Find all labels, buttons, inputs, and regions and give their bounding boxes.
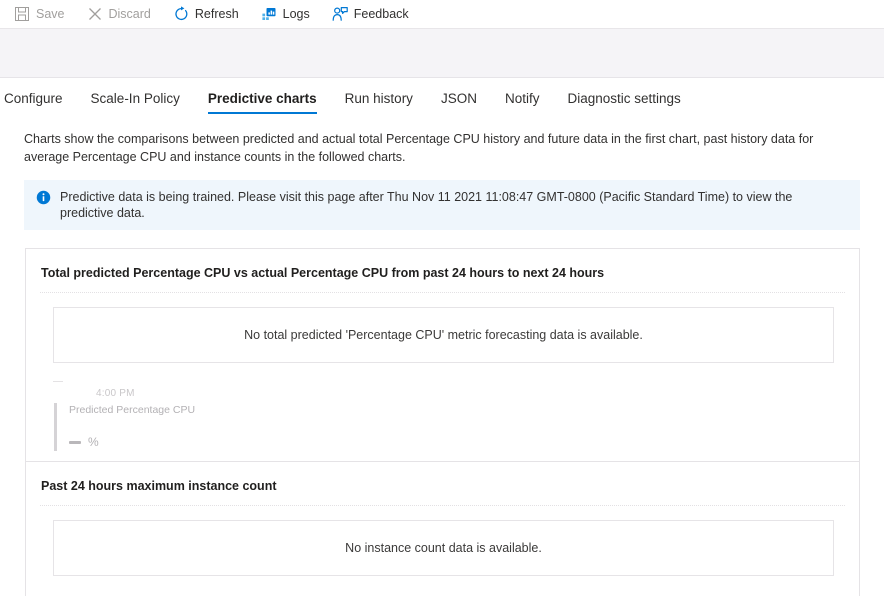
chart-card-title: Total predicted Percentage CPU vs actual…	[41, 266, 605, 280]
no-data-message: No instance count data is available.	[345, 541, 542, 555]
tab-predictive-charts[interactable]: Predictive charts	[194, 90, 331, 116]
chart-legend: Predicted Percentage CPU %	[54, 403, 195, 451]
chart-card-instance-count: Past 24 hours maximum instance count No …	[26, 461, 859, 596]
no-data-overlay: No instance count data is available.	[53, 520, 834, 576]
tab-scale-in-policy[interactable]: Scale-In Policy	[77, 90, 194, 116]
chart-legend-unit: %	[88, 435, 99, 449]
chart-legend-entry: %	[69, 435, 195, 449]
chart-body: 4:00 PM Predicted Percentage CPU % No to…	[26, 293, 859, 461]
tab-json-label: JSON	[440, 91, 477, 106]
pivot-tab-bar: Configure Scale-In Policy Predictive cha…	[0, 78, 884, 116]
info-banner: Predictive data is being trained. Please…	[24, 180, 860, 230]
toolbar-divider-band	[0, 28, 884, 78]
chart-card-predicted-cpu: Total predicted Percentage CPU vs actual…	[26, 249, 859, 461]
refresh-button[interactable]: Refresh	[173, 0, 249, 28]
page-description: Charts show the comparisons between pred…	[24, 132, 814, 164]
discard-button[interactable]: Discard	[87, 0, 161, 28]
discard-icon	[87, 6, 103, 22]
no-data-message: No total predicted 'Percentage CPU' metr…	[244, 328, 643, 342]
tab-run-history[interactable]: Run history	[331, 90, 427, 116]
tab-configure-label: Configure	[4, 91, 63, 106]
refresh-label: Refresh	[194, 7, 239, 21]
save-label: Save	[36, 7, 65, 21]
feedback-icon	[332, 6, 348, 22]
tab-predictive-charts-label: Predictive charts	[207, 91, 317, 106]
logs-icon	[261, 6, 277, 22]
chart-axis-tick	[53, 381, 63, 382]
feedback-button[interactable]: Feedback	[332, 0, 419, 28]
save-button[interactable]: Save	[14, 0, 75, 28]
feedback-label: Feedback	[353, 7, 409, 21]
tab-scale-in-policy-label: Scale-In Policy	[90, 91, 180, 106]
legend-line-swatch-icon	[69, 440, 81, 444]
no-data-overlay: No total predicted 'Percentage CPU' metr…	[53, 307, 834, 363]
command-toolbar: Save Discard Refresh Logs Feedback	[0, 0, 884, 28]
tab-notify[interactable]: Notify	[491, 90, 554, 116]
logs-button[interactable]: Logs	[261, 0, 320, 28]
charts-container: Total predicted Percentage CPU vs actual…	[25, 248, 860, 596]
info-banner-text: Predictive data is being trained. Please…	[60, 190, 793, 220]
chart-legend-title: Predicted Percentage CPU	[69, 404, 196, 416]
tab-configure[interactable]: Configure	[0, 90, 77, 116]
discard-label: Discard	[108, 7, 151, 21]
logs-label: Logs	[282, 7, 310, 21]
tab-run-history-label: Run history	[344, 91, 413, 106]
tab-diagnostic-settings-label: Diagnostic settings	[567, 91, 681, 106]
tab-notify-label: Notify	[504, 91, 540, 106]
save-icon	[14, 6, 30, 22]
refresh-icon	[173, 6, 189, 22]
info-icon	[36, 190, 51, 205]
chart-body: No instance count data is available.	[26, 506, 859, 596]
tab-json[interactable]: JSON	[427, 90, 491, 116]
chart-card-title: Past 24 hours maximum instance count	[41, 479, 277, 493]
chart-x-axis-tick-label: 4:00 PM	[96, 388, 135, 399]
tab-diagnostic-settings[interactable]: Diagnostic settings	[553, 90, 694, 116]
